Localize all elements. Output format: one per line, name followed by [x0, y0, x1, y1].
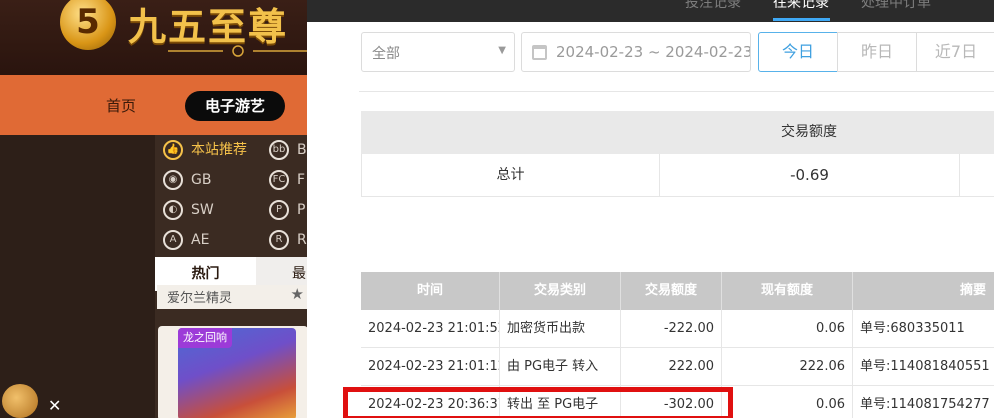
provider-ae[interactable]: A AE [163, 227, 209, 253]
tab-transaction-records[interactable]: 往来记录 [773, 0, 829, 14]
fc-icon: FC [269, 170, 289, 190]
cell-balance: 222.06 [722, 348, 853, 385]
modal-tab-bar: 投注记录 往来记录 处理中订单 [307, 0, 994, 22]
game-badge: 龙之回响 [178, 328, 232, 348]
summary-total-row: 总计 -0.69 [361, 154, 994, 197]
cell-amount: -222.00 [621, 310, 722, 347]
cell-time: 2024-02-23 21:01:52 [361, 310, 500, 347]
provider-label: P [297, 202, 306, 218]
sw-icon: ◐ [163, 200, 183, 220]
provider-bb[interactable]: bb B [269, 137, 307, 163]
summary-total-value: -0.69 [660, 154, 960, 196]
game-name: 爱尔兰精灵 [167, 291, 233, 306]
column-header-memo: 摘要 [853, 272, 994, 310]
game-thumbnail[interactable]: 龙之回响 [178, 328, 296, 418]
r-icon: R [269, 230, 289, 250]
cell-memo: 单号:114081754277 [853, 386, 994, 418]
close-icon[interactable]: ✕ [48, 396, 61, 415]
tab-bet-records[interactable]: 投注记录 [685, 0, 741, 14]
provider-recommended[interactable]: 👍 本站推荐 [163, 137, 247, 163]
column-header-time: 时间 [361, 272, 500, 310]
today-button[interactable]: 今日 [758, 32, 838, 72]
highlight-annotation-box [343, 387, 733, 418]
star-icon[interactable]: ★ [291, 285, 304, 303]
tab-pending-orders[interactable]: 处理中订单 [861, 0, 931, 14]
nav-home[interactable]: 首页 [106, 91, 136, 121]
summary-total-label: 总计 [362, 154, 660, 196]
cell-type: 加密货币出款 [500, 310, 621, 347]
provider-label: AE [191, 232, 210, 248]
divider [359, 91, 994, 92]
column-header-amount: 交易额度 [621, 272, 722, 310]
cell-amount: 222.00 [621, 348, 722, 385]
table-row: 2024-02-23 21:01:12 由 PG电子 转入 222.00 222… [361, 348, 994, 386]
records-modal: 投注记录 往来记录 处理中订单 全部 ▼ 2024-02-23 ~ 2024-0… [307, 0, 994, 418]
provider-fc[interactable]: FC F [269, 167, 305, 193]
logo-ornament-icon [168, 45, 308, 57]
provider-label: F [297, 172, 306, 188]
column-header-balance: 现有额度 [722, 272, 853, 310]
cell-time: 2024-02-23 21:01:12 [361, 348, 500, 385]
last-7-days-button[interactable]: 近7日 [916, 32, 994, 72]
date-range-picker[interactable]: 2024-02-23 ~ 2024-02-23 [521, 32, 751, 72]
cell-memo: 单号:114081840551 [853, 348, 994, 385]
type-select-value: 全部 [372, 46, 400, 62]
provider-label: 本站推荐 [191, 142, 247, 158]
logo-mark: 5 [60, 0, 116, 50]
date-range-value: 2024-02-23 ~ 2024-02-23 [556, 43, 751, 61]
table-header-row: 时间 交易类别 交易额度 现有额度 摘要 [361, 272, 994, 310]
provider-sw[interactable]: ◐ SW [163, 197, 214, 223]
thumbs-up-icon: 👍 [163, 140, 183, 160]
cell-balance: 0.06 [722, 310, 853, 347]
table-row: 2024-02-23 21:01:52 加密货币出款 -222.00 0.06 … [361, 310, 994, 348]
active-tab-indicator [773, 18, 830, 21]
provider-label: GB [191, 172, 212, 188]
column-header-type: 交易类别 [500, 272, 621, 310]
provider-r[interactable]: RR [269, 227, 307, 253]
gb-icon: ◉ [163, 170, 183, 190]
transaction-type-select[interactable]: 全部 ▼ [361, 32, 515, 72]
provider-gb[interactable]: ◉ GB [163, 167, 211, 193]
provider-panel: 👍 本站推荐 bb B ◉ GB FC F ◐ SW PP A AE RR 热门 最 爱尔兰… [155, 135, 310, 418]
summary-header-row: 交易额度 [361, 111, 994, 154]
provider-label: SW [191, 202, 214, 218]
ae-icon: A [163, 230, 183, 250]
caret-down-icon: ▼ [498, 45, 506, 56]
provider-label: B [297, 142, 307, 158]
cell-type: 由 PG电子 转入 [500, 348, 621, 385]
hammer-icon[interactable] [2, 384, 38, 418]
nav-electronic-games[interactable]: 电子游艺 [185, 91, 285, 121]
summary-header-amount: 交易额度 [781, 124, 837, 140]
game-card[interactable]: 龙之回响 [158, 326, 308, 418]
left-gutter [0, 135, 155, 418]
yesterday-button[interactable]: 昨日 [837, 32, 917, 72]
provider-pg[interactable]: PP [269, 197, 305, 223]
provider-label: R [297, 232, 307, 248]
bb-icon: bb [269, 140, 289, 160]
cell-balance: 0.06 [722, 386, 853, 418]
game-title-row[interactable]: 爱尔兰精灵 ★ [157, 285, 310, 309]
calendar-icon [532, 45, 547, 60]
pg-icon: P [269, 200, 289, 220]
cell-memo: 单号:680335011 [853, 310, 994, 347]
